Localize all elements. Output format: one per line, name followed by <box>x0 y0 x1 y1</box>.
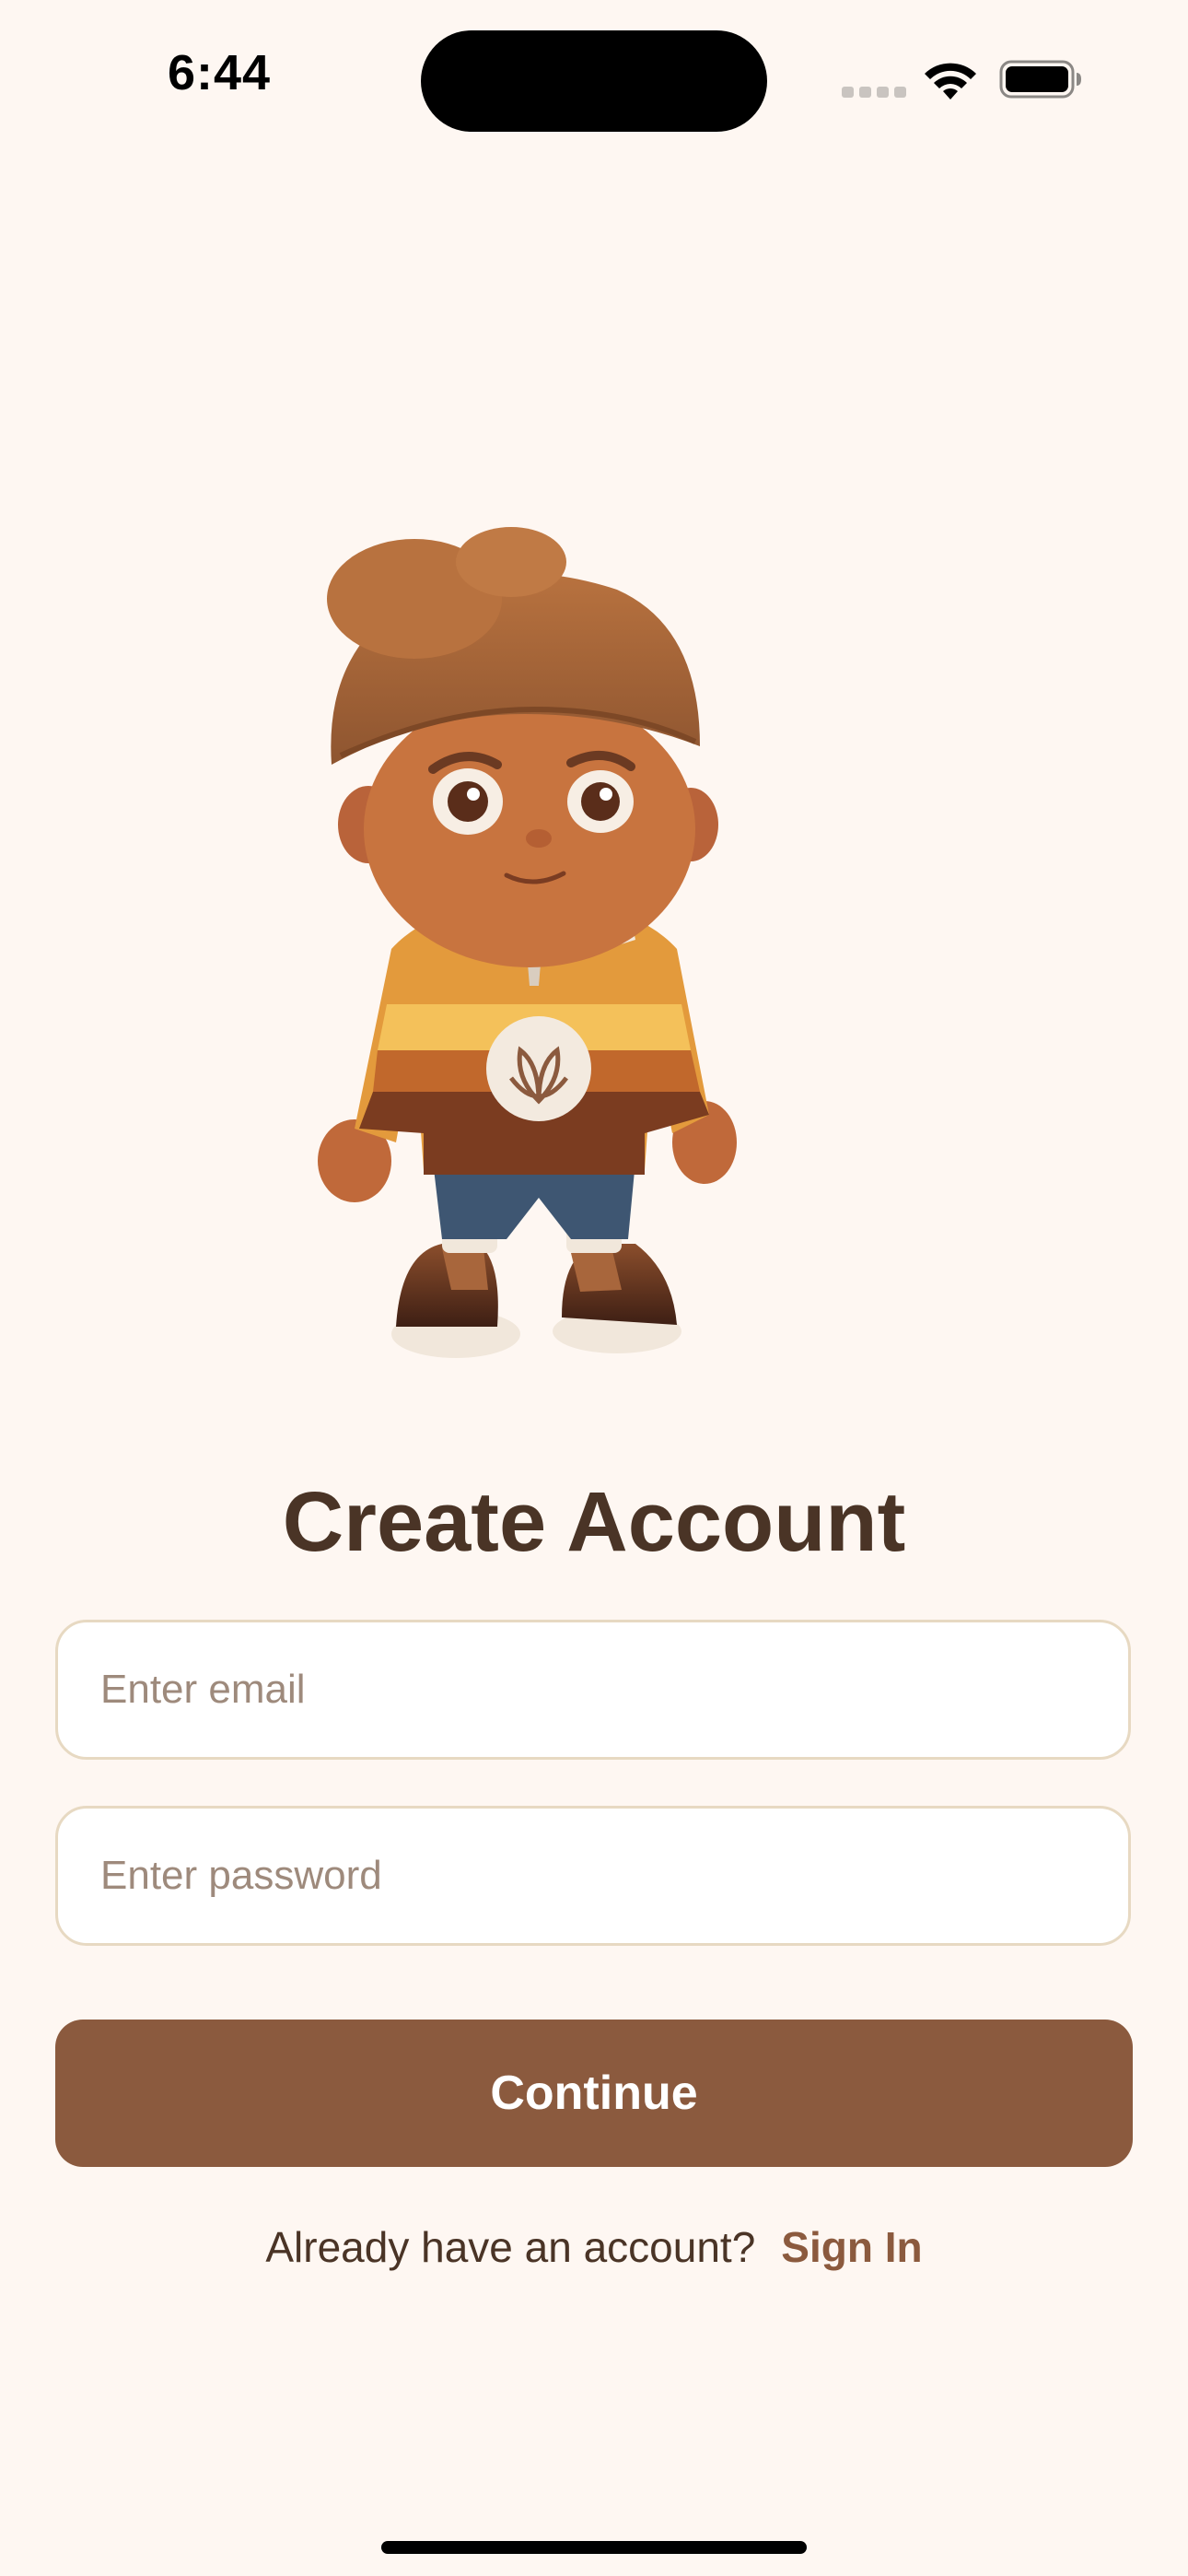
status-time: 6:44 <box>168 45 272 100</box>
password-field[interactable] <box>55 1806 1131 1946</box>
barista-character-illustration <box>318 527 737 1358</box>
wifi-icon <box>925 63 976 100</box>
home-indicator[interactable] <box>381 2541 807 2554</box>
sign-in-prompt-text: Already have an account? <box>265 2223 756 2271</box>
battery-icon <box>999 60 1081 99</box>
sign-in-prompt-row: Already have an account? Sign In <box>0 2222 1188 2272</box>
dynamic-island <box>421 30 767 132</box>
cellular-signal-icon <box>842 87 906 98</box>
sign-in-link[interactable]: Sign In <box>781 2223 922 2271</box>
page-title: Create Account <box>282 1475 906 1569</box>
email-field[interactable] <box>55 1620 1131 1760</box>
continue-button[interactable]: Continue <box>55 2020 1133 2167</box>
